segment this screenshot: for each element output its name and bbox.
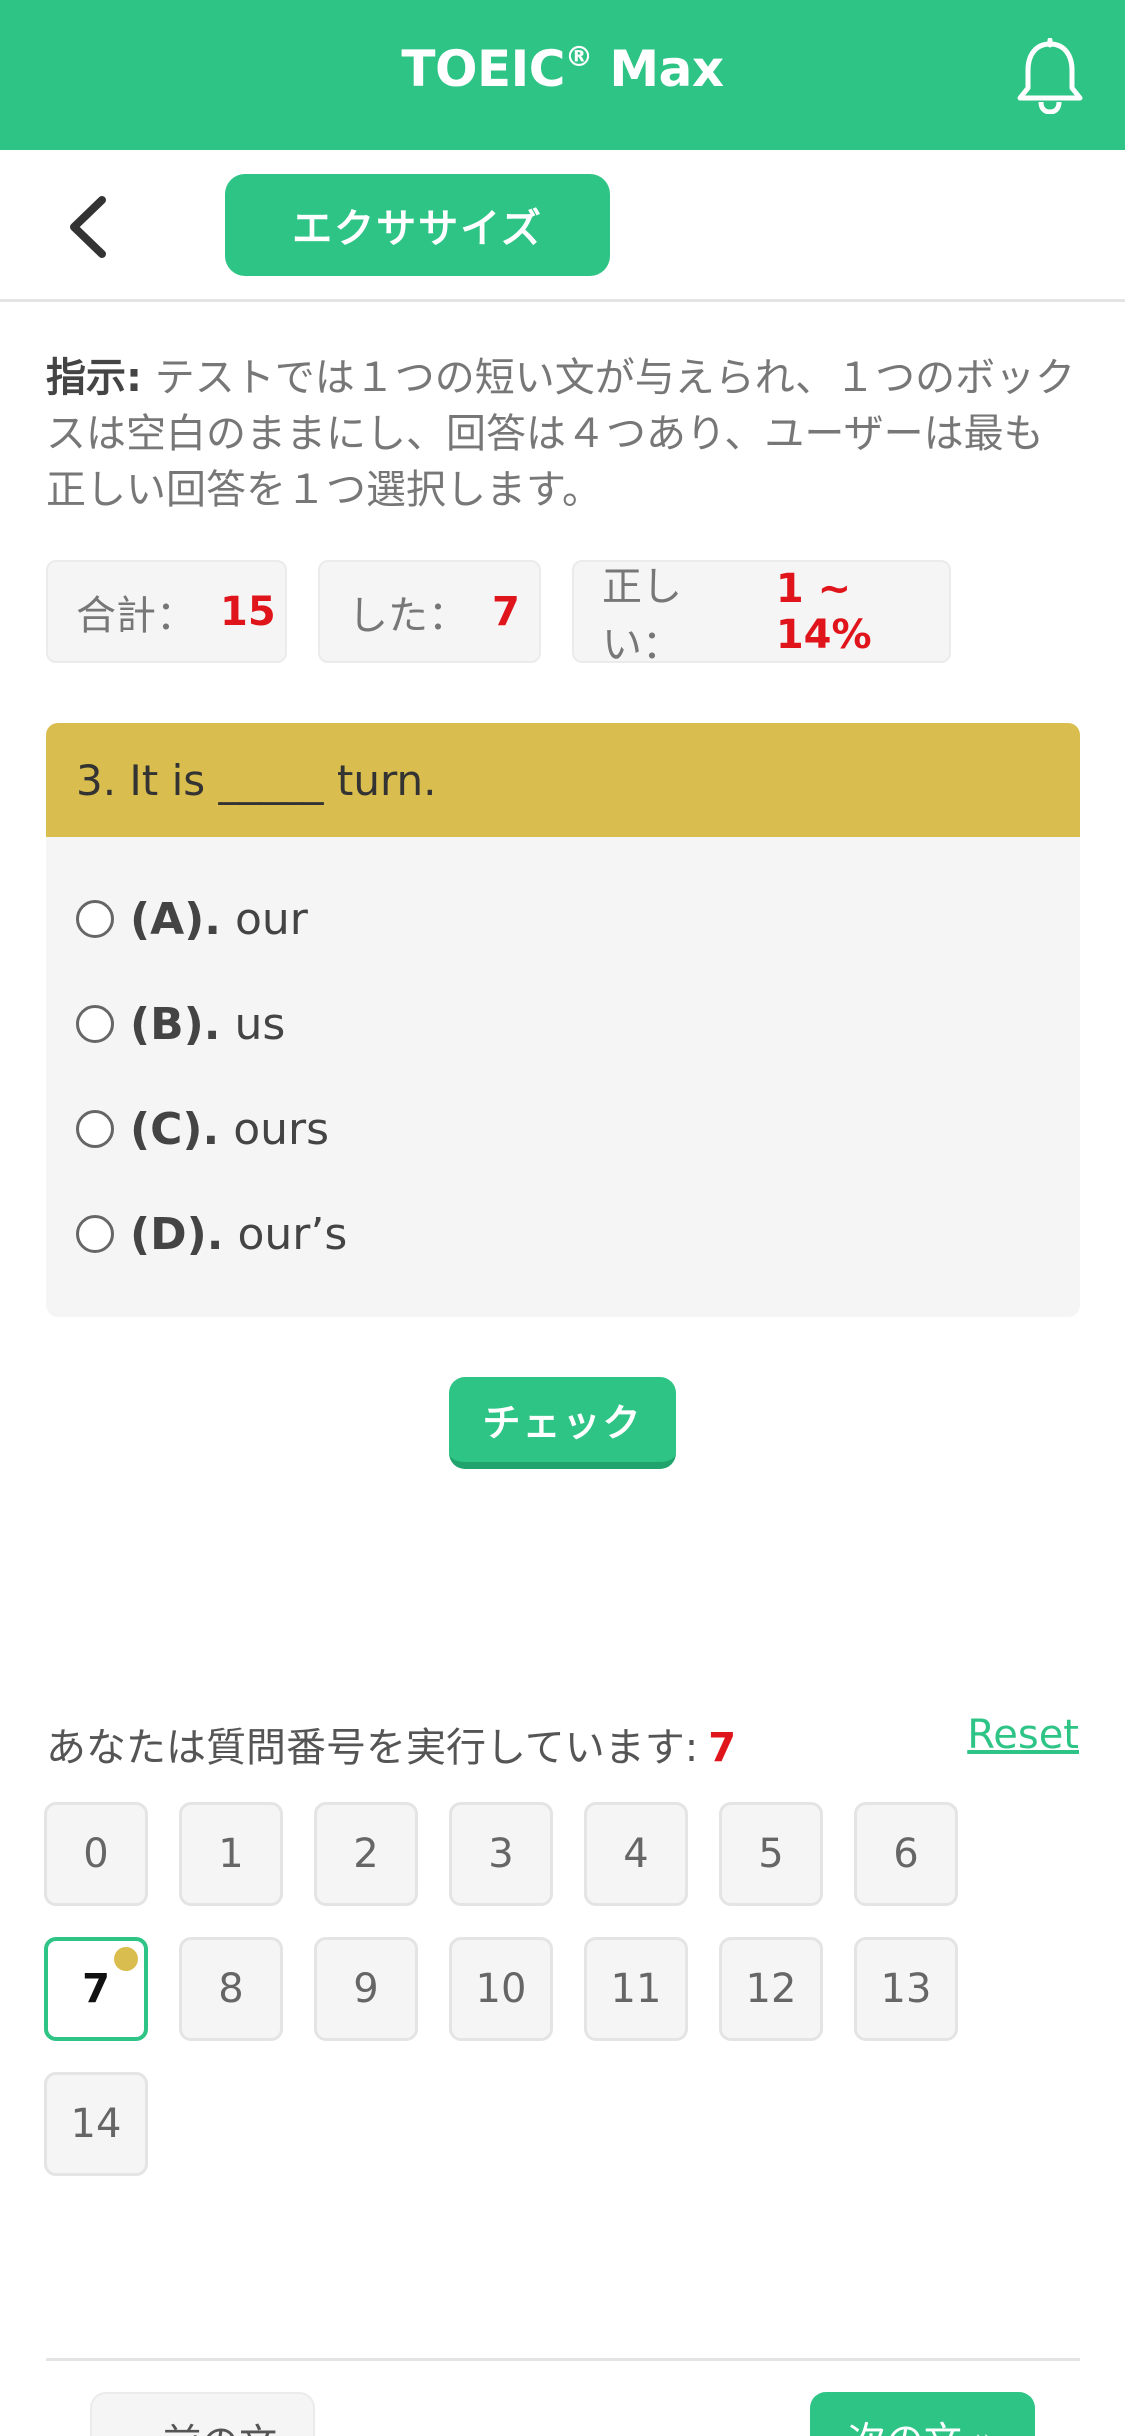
tab-exercise[interactable]: エクササイズ <box>225 174 610 276</box>
current-indicator-dot <box>114 1947 138 1971</box>
question-number-button[interactable]: 5 <box>719 1802 823 1906</box>
radio-button[interactable] <box>76 900 114 938</box>
question-number-button[interactable]: 2 <box>314 1802 418 1906</box>
question-card: 3. It is _____ turn. (A). our (B). us (C… <box>46 723 1080 1317</box>
question-number-button[interactable]: 12 <box>719 1937 823 2041</box>
stat-total: 合計： 15 <box>46 560 287 663</box>
next-sentence-button[interactable]: 次の文 » <box>810 2392 1035 2436</box>
option-c[interactable]: (C). ours <box>76 1094 329 1164</box>
question-number-button[interactable]: 6 <box>854 1802 958 1906</box>
instruction-text: 指示: テストでは１つの短い文が与えられ、１つのボックスは空白のままにし、回答は… <box>46 355 1076 513</box>
stat-done: した： 7 <box>318 560 541 663</box>
question-number-button[interactable]: 9 <box>314 1937 418 2041</box>
stat-correct: 正しい： 1 ~ 14% <box>572 560 951 668</box>
question-text: 3. It is _____ turn. <box>46 723 1080 837</box>
question-number-button[interactable]: 14 <box>44 2072 148 2176</box>
current-question-number: 7 <box>708 1725 737 1771</box>
question-number-button[interactable]: 11 <box>584 1937 688 2041</box>
question-number-button-active[interactable]: 7 <box>44 1937 148 2041</box>
divider <box>46 2358 1080 2361</box>
instruction-label: 指示: <box>46 355 142 401</box>
check-button[interactable]: チェック <box>449 1377 676 1469</box>
question-number-button[interactable]: 3 <box>449 1802 553 1906</box>
question-number-button[interactable]: 4 <box>584 1802 688 1906</box>
sub-navigation: エクササイズ <box>0 150 1125 302</box>
question-number-button[interactable]: 8 <box>179 1937 283 2041</box>
previous-sentence-button[interactable]: « 前の文 <box>90 2392 315 2436</box>
bell-icon[interactable] <box>1015 37 1085 115</box>
back-arrow-icon[interactable] <box>60 192 120 262</box>
question-number-button[interactable]: 13 <box>854 1937 958 2041</box>
app-title: TOEIC® Max <box>401 40 724 98</box>
reset-link[interactable]: Reset <box>967 1712 1079 1758</box>
option-d[interactable]: (D). our’s <box>76 1199 347 1269</box>
radio-button[interactable] <box>76 1110 114 1148</box>
progress-label: あなたは質問番号を実行しています: 7 <box>46 1725 737 1771</box>
question-number-button[interactable]: 0 <box>44 1802 148 1906</box>
radio-button[interactable] <box>76 1005 114 1043</box>
radio-button[interactable] <box>76 1215 114 1253</box>
question-number-button[interactable]: 1 <box>179 1802 283 1906</box>
option-a[interactable]: (A). our <box>76 884 308 954</box>
question-number-button[interactable]: 10 <box>449 1937 553 2041</box>
option-b[interactable]: (B). us <box>76 989 285 1059</box>
app-bar: TOEIC® Max <box>0 0 1125 150</box>
